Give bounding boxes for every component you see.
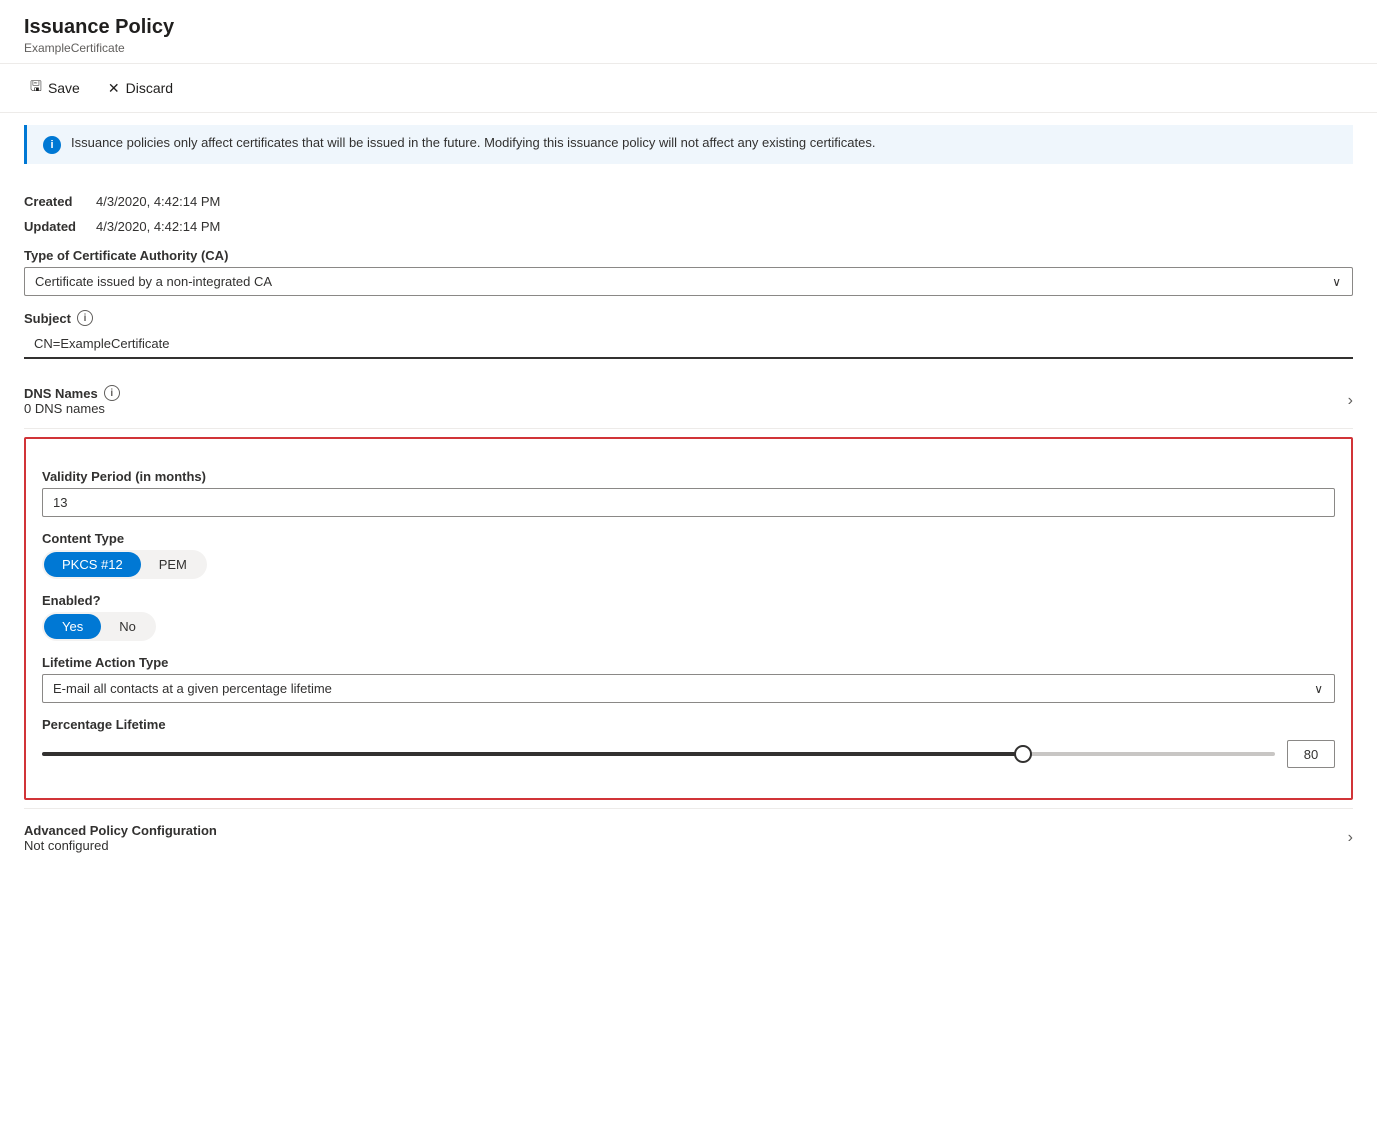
enabled-group: Enabled? Yes No — [42, 593, 1335, 641]
highlighted-section: Validity Period (in months) Content Type… — [24, 437, 1353, 800]
updated-row: Updated 4/3/2020, 4:42:14 PM — [24, 219, 1353, 234]
content-type-toggle: PKCS #12 PEM — [42, 550, 207, 579]
lifetime-action-label: Lifetime Action Type — [42, 655, 1335, 670]
subject-label: Subject i — [24, 310, 1353, 326]
yes-button[interactable]: Yes — [44, 614, 101, 639]
dns-names-row[interactable]: DNS Names i 0 DNS names › — [24, 373, 1353, 429]
enabled-toggle: Yes No — [42, 612, 156, 641]
info-banner-text: Issuance policies only affect certificat… — [71, 135, 875, 150]
content-type-group: Content Type PKCS #12 PEM — [42, 531, 1335, 579]
enabled-label: Enabled? — [42, 593, 1335, 608]
content-type-label: Content Type — [42, 531, 1335, 546]
dns-info-icon: i — [104, 385, 120, 401]
updated-value: 4/3/2020, 4:42:14 PM — [96, 219, 220, 234]
created-label: Created — [24, 194, 84, 209]
advanced-label: Advanced Policy Configuration — [24, 823, 217, 838]
page-container: Issuance Policy ExampleCertificate 🖫 Sav… — [0, 0, 1377, 875]
ca-type-select[interactable]: Certificate issued by a non-integrated C… — [24, 267, 1353, 296]
percentage-group: Percentage Lifetime 80 — [42, 717, 1335, 768]
validity-input[interactable] — [42, 488, 1335, 517]
discard-button[interactable]: ✕ Discard — [102, 76, 179, 101]
save-button[interactable]: 🖫 Save — [24, 72, 86, 104]
discard-icon: ✕ — [108, 80, 120, 97]
dns-label: DNS Names i — [24, 385, 120, 401]
advanced-chevron-icon: › — [1348, 829, 1353, 847]
advanced-value: Not configured — [24, 838, 217, 853]
pkcs12-button[interactable]: PKCS #12 — [44, 552, 141, 577]
created-row: Created 4/3/2020, 4:42:14 PM — [24, 194, 1353, 209]
created-value: 4/3/2020, 4:42:14 PM — [96, 194, 220, 209]
header: Issuance Policy ExampleCertificate — [0, 0, 1377, 64]
dns-count: 0 DNS names — [24, 401, 120, 416]
toolbar: 🖫 Save ✕ Discard — [0, 64, 1377, 113]
pem-button[interactable]: PEM — [141, 552, 205, 577]
save-icon: 🖫 — [30, 76, 42, 100]
ca-type-group: Type of Certificate Authority (CA) Certi… — [24, 248, 1353, 296]
ca-type-label: Type of Certificate Authority (CA) — [24, 248, 1353, 263]
subject-info-icon: i — [77, 310, 93, 326]
advanced-row[interactable]: Advanced Policy Configuration Not config… — [24, 808, 1353, 867]
validity-group: Validity Period (in months) — [42, 469, 1335, 517]
ca-type-select-wrapper: Certificate issued by a non-integrated C… — [24, 267, 1353, 296]
percentage-value-box: 80 — [1287, 740, 1335, 768]
form-body: Created 4/3/2020, 4:42:14 PM Updated 4/3… — [0, 176, 1377, 875]
lifetime-action-select[interactable]: E-mail all contacts at a given percentag… — [42, 674, 1335, 703]
dns-chevron-icon: › — [1348, 392, 1353, 410]
no-button[interactable]: No — [101, 614, 154, 639]
discard-label: Discard — [126, 80, 173, 96]
subject-group: Subject i — [24, 310, 1353, 359]
subject-input[interactable] — [24, 330, 1353, 359]
save-label: Save — [48, 80, 80, 96]
slider-container: 80 — [42, 740, 1335, 768]
advanced-left: Advanced Policy Configuration Not config… — [24, 823, 217, 853]
info-banner-icon: i — [43, 136, 61, 154]
validity-label: Validity Period (in months) — [42, 469, 1335, 484]
dns-left: DNS Names i 0 DNS names — [24, 385, 120, 416]
updated-label: Updated — [24, 219, 84, 234]
percentage-label: Percentage Lifetime — [42, 717, 1335, 732]
info-banner: i Issuance policies only affect certific… — [24, 125, 1353, 164]
lifetime-action-group: Lifetime Action Type E-mail all contacts… — [42, 655, 1335, 703]
lifetime-action-select-wrapper: E-mail all contacts at a given percentag… — [42, 674, 1335, 703]
page-subtitle: ExampleCertificate — [24, 41, 1353, 55]
page-title: Issuance Policy — [24, 16, 1353, 39]
percentage-slider[interactable] — [42, 752, 1275, 756]
